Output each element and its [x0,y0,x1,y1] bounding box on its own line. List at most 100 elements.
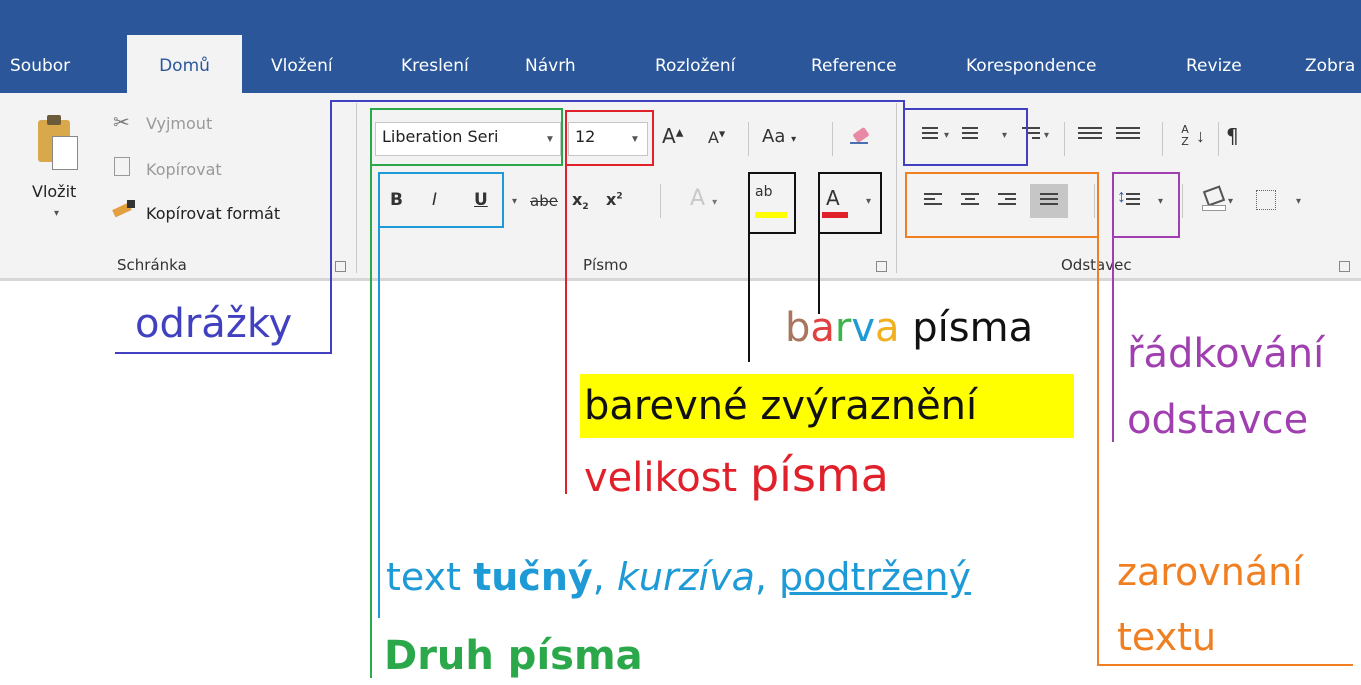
style-annotation-underline: podtržený [779,555,971,599]
paragraph-row-separator [1162,122,1163,156]
font-row-separator [660,184,661,218]
highlight-callout-box [748,172,796,234]
decrease-indent-icon[interactable] [1078,124,1102,142]
shading-dropdown-icon[interactable]: ▾ [1228,196,1233,207]
paste-icon[interactable] [36,112,80,170]
line-spacing-highlight-box [1112,172,1180,238]
style-annotation-bold: tučný [473,555,593,599]
borders-icon[interactable] [1256,190,1276,210]
grow-font-button[interactable]: A▲ [662,124,683,148]
cut-icon: ✂ [113,112,130,134]
tab-soubor[interactable]: Soubor [10,56,70,76]
font-color-annotation-letter: v [851,305,876,351]
tab-vlozeni[interactable]: Vložení [271,56,333,76]
superscript-icon: x [606,190,617,209]
strikethrough-button[interactable]: abe [530,192,558,210]
highlight-annotation: barevné zvýraznění [584,383,978,429]
shrink-font-icon: A [708,128,719,147]
superscript-button[interactable]: x2 [606,190,623,209]
grow-font-icon: A [662,124,676,148]
paragraph-row-separator [1182,184,1183,218]
font-type-annotation: Druh písma [384,633,643,679]
bullets-connector [330,100,332,354]
font-color-connector [818,234,820,314]
show-formatting-button[interactable]: ¶ [1226,124,1239,148]
group-separator [896,103,897,273]
tab-kresleni[interactable]: Kreslení [401,56,469,76]
change-case-button[interactable]: Aa ▾ [762,126,796,147]
alignment-annotation-line2: textu [1117,615,1217,659]
font-color-annotation-letter: b [785,305,811,351]
group-separator [356,103,357,273]
alignment-underline [1097,664,1353,666]
font-type-connector [370,166,372,678]
font-color-callout-box [818,172,882,234]
font-size-annotation-word1: velikost [584,455,738,501]
style-annotation-comma: , [754,555,767,599]
font-group-label: Písmo [583,256,628,274]
paste-label[interactable]: Vložit [32,182,76,201]
paragraph-row-separator [1218,122,1219,156]
font-row-separator [832,122,833,156]
style-highlight-box [378,172,504,228]
tab-reference[interactable]: Reference [811,56,897,76]
shading-icon[interactable] [1202,185,1226,211]
subscript-button[interactable]: x2 [572,190,589,212]
bullets-underline [115,352,332,354]
copy-icon [114,157,130,176]
copy-button[interactable]: Kopírovat [146,160,222,179]
tab-korespondence[interactable]: Korespondence [966,56,1096,76]
tab-domu[interactable]: Domů [127,35,242,95]
ribbon-tab-bar: Soubor Domů Vložení Kreslení Návrh Rozlo… [0,0,1361,95]
font-color-annotation-letter: r [834,305,852,351]
format-painter-icon [112,200,137,218]
style-connector [378,228,380,618]
line-spacing-connector [1112,238,1114,442]
font-color-annotation-word: písma [912,305,1034,351]
paragraph-launcher-icon[interactable] [1339,261,1350,272]
style-annotation-comma: , [592,555,605,599]
cut-button[interactable]: Vyjmout [146,114,212,133]
font-row-separator [748,122,749,156]
alignment-highlight-box [905,172,1099,238]
tab-revize[interactable]: Revize [1186,56,1242,76]
sort-arrow-icon: ↓ [1196,126,1205,146]
tab-zobrazeni[interactable]: Zobra [1305,56,1355,76]
underline-dropdown-icon[interactable]: ▾ [512,196,517,207]
bullets-highlight-box [903,108,1028,166]
clipboard-group-label: Schránka [117,256,187,274]
text-effects-icon: A [690,186,706,211]
paste-dropdown-icon[interactable]: ▾ [54,208,59,219]
font-size-annotation: velikost písma [584,452,889,498]
format-painter-button[interactable]: Kopírovat formát [146,204,280,223]
font-size-highlight-box [565,110,654,166]
alignment-annotation-line1: zarovnání [1117,550,1303,594]
change-case-label: Aa [762,126,786,147]
multilevel-dropdown-icon[interactable]: ▾ [1044,130,1049,141]
text-effects-button[interactable]: A ▾ [690,186,717,211]
style-annotation-italic: kurzíva [616,555,755,599]
tab-rozlozeni[interactable]: Rozložení [655,56,735,76]
highlight-connector [748,234,750,362]
bullets-connector [330,100,905,102]
increase-indent-icon[interactable] [1116,124,1140,142]
paragraph-row-separator [1064,122,1065,156]
tab-navrh[interactable]: Návrh [525,56,576,76]
font-launcher-icon[interactable] [876,261,887,272]
sort-button[interactable]: A Z [1178,124,1192,148]
style-annotation-word: text [386,555,461,599]
font-color-annotation: barva písma [785,308,1033,348]
shrink-font-button[interactable]: A▼ [708,128,725,147]
clipboard-launcher-icon[interactable] [335,261,346,272]
line-spacing-annotation-line2: odstavce [1127,397,1309,443]
borders-dropdown-icon[interactable]: ▾ [1296,196,1301,207]
font-color-annotation-letter: a [810,305,835,351]
font-size-connector [565,166,567,494]
style-annotation: text tučný, kurzíva, podtržený [386,558,971,596]
font-size-annotation-word2: písma [749,448,889,502]
alignment-connector [1097,238,1099,666]
clear-formatting-icon[interactable] [850,126,872,144]
font-name-highlight-box [370,108,563,166]
line-spacing-annotation-line1: řádkování [1127,331,1325,377]
font-color-annotation-letter: a [875,305,900,351]
